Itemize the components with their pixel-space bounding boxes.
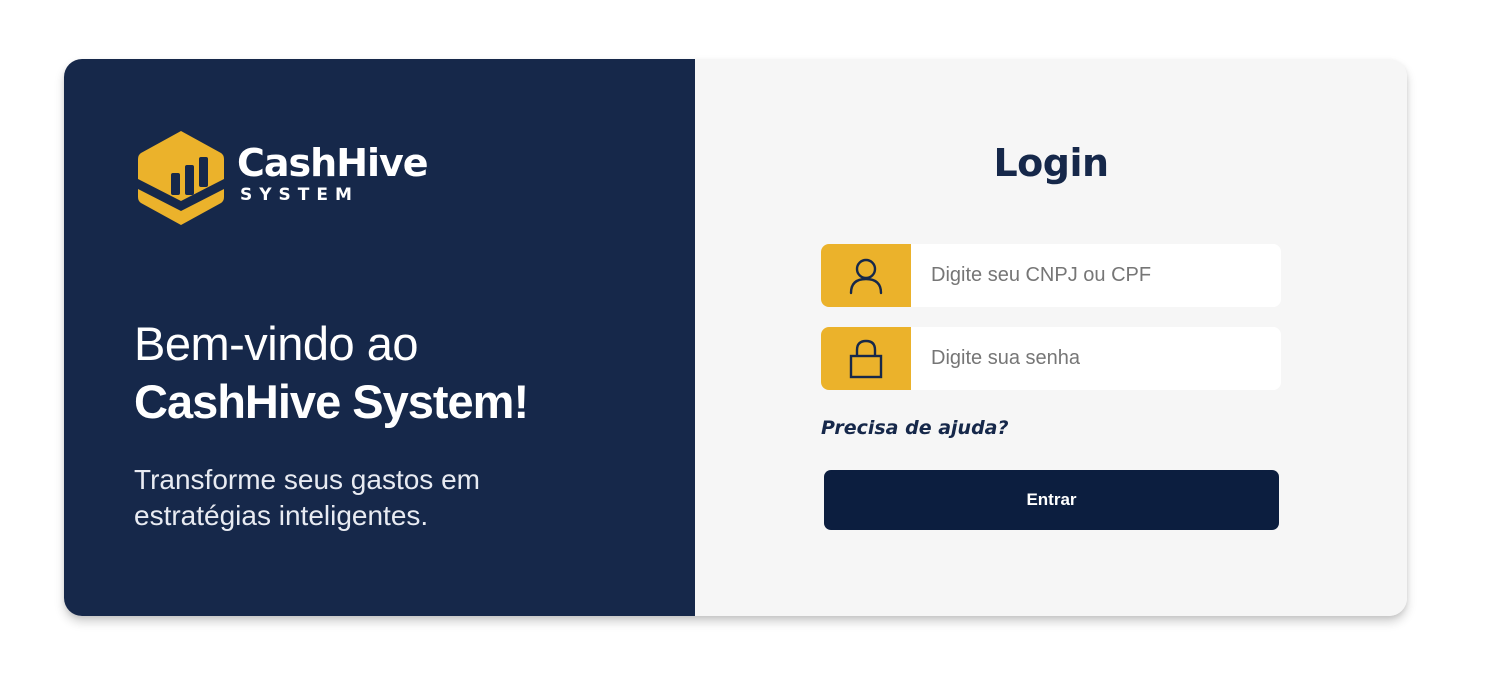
brand-name: CashHive bbox=[237, 141, 429, 185]
submit-button[interactable]: Entrar bbox=[824, 470, 1279, 530]
help-link[interactable]: Precisa de ajuda? bbox=[821, 417, 1009, 439]
login-title: Login bbox=[993, 141, 1109, 185]
welcome-panel: CashHive SYSTEM Bem-vindo ao CashHive Sy… bbox=[64, 59, 695, 616]
welcome-heading: Bem-vindo ao CashHive System! bbox=[134, 315, 529, 431]
brand-subtitle: SYSTEM bbox=[240, 185, 359, 205]
cnpj-cpf-field bbox=[821, 244, 1281, 307]
login-card: CashHive SYSTEM Bem-vindo ao CashHive Sy… bbox=[64, 59, 1407, 616]
user-icon-box bbox=[821, 244, 911, 307]
cnpj-cpf-input[interactable] bbox=[911, 244, 1281, 307]
welcome-line-1: Bem-vindo ao bbox=[134, 317, 419, 370]
lock-icon-box bbox=[821, 327, 911, 390]
password-input[interactable] bbox=[911, 327, 1281, 390]
password-field bbox=[821, 327, 1281, 390]
logo-wordmark: CashHive SYSTEM bbox=[237, 141, 429, 206]
lock-icon bbox=[849, 339, 883, 378]
user-icon bbox=[849, 258, 883, 294]
welcome-tagline: Transforme seus gastos em estratégias in… bbox=[134, 464, 480, 531]
welcome-line-2: CashHive System! bbox=[134, 375, 529, 428]
login-panel: Login Precisa de ajuda? Entrar bbox=[695, 59, 1407, 616]
hexagon-bar-chart-logo-icon bbox=[138, 131, 224, 225]
brand-logo: CashHive SYSTEM bbox=[137, 129, 429, 227]
